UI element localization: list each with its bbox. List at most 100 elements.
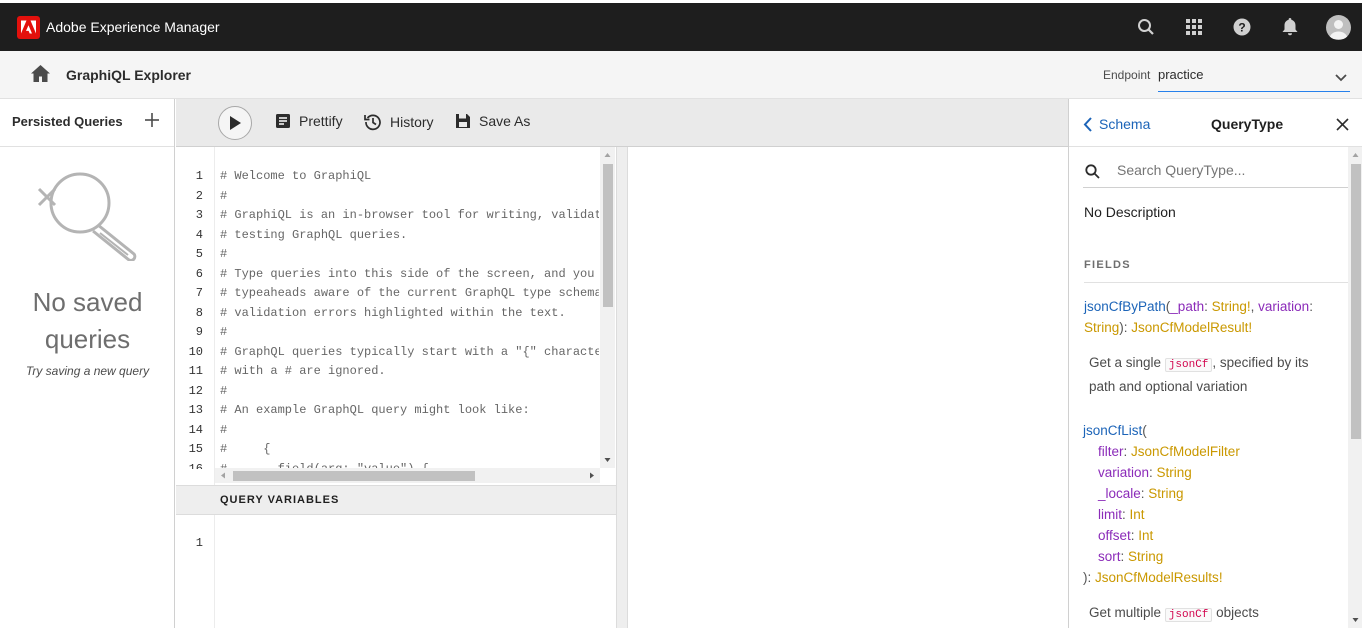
schema-back-label: Schema xyxy=(1099,116,1151,132)
editor-result-divider[interactable] xyxy=(616,147,628,628)
code-line[interactable]: 7 # typeaheads aware of the current Graph… xyxy=(176,284,600,304)
arg-name: variation xyxy=(1098,465,1150,480)
code-line[interactable]: 5 # xyxy=(176,245,600,265)
endpoint-label: Endpoint xyxy=(1103,68,1151,82)
field-jsonCfList: jsonCfList( xyxy=(1083,423,1147,438)
code-line[interactable]: 8 # validation errors highlighted within … xyxy=(176,304,600,324)
line-number: 8 xyxy=(195,305,203,320)
docs-vertical-scrollbar[interactable] xyxy=(1348,147,1362,628)
type-link[interactable]: String xyxy=(1157,465,1192,480)
code-comment: # GraphiQL is an in-browser tool for wri… xyxy=(220,208,599,222)
persisted-queries-title: Persisted Queries xyxy=(12,114,123,129)
editor-vertical-scroll-thumb[interactable] xyxy=(603,164,613,307)
type-link[interactable]: JsonCfModelFilter xyxy=(1131,444,1240,459)
code-line[interactable]: 12 # xyxy=(176,382,600,402)
docs-vertical-scroll-thumb[interactable] xyxy=(1351,164,1361,439)
code-line[interactable]: 9 # xyxy=(176,323,600,343)
code-line[interactable]: 14 # xyxy=(176,421,600,441)
code-line[interactable]: 11 # with a # are ignored. xyxy=(176,362,600,382)
empty-state-subtitle: Try saving a new query xyxy=(25,364,150,378)
line-number: 4 xyxy=(195,227,203,242)
line-number: 7 xyxy=(195,286,203,300)
line-number: 3 xyxy=(195,208,203,222)
type-link[interactable]: String xyxy=(1084,320,1119,335)
type-link[interactable]: Int xyxy=(1130,507,1145,522)
type-link[interactable]: Int xyxy=(1138,528,1153,543)
return-type-link[interactable]: JsonCfModelResults xyxy=(1095,570,1219,585)
type-link[interactable]: String xyxy=(1128,549,1163,564)
variables-line-gutter: 1 xyxy=(176,515,215,628)
fields-heading: FIELDS xyxy=(1084,259,1131,271)
type-link[interactable]: String! xyxy=(1212,299,1251,314)
code-line[interactable]: 2 # xyxy=(176,187,600,207)
chevron-left-icon xyxy=(1083,116,1092,132)
line-number: 1 xyxy=(195,536,203,550)
editor-vertical-scrollbar[interactable] xyxy=(600,147,615,468)
code-line[interactable]: 10 # GraphQL queries typically start with… xyxy=(176,343,600,363)
code-line[interactable]: 13 # An example GraphQL query might look … xyxy=(176,401,600,421)
app-title[interactable]: Adobe Experience Manager xyxy=(46,19,220,35)
query-editor[interactable]: 1 # Welcome to GraphiQL 2 #3 # GraphiQL is a… xyxy=(176,147,616,485)
prettify-label: Prettify xyxy=(299,113,343,129)
field-argument: offset: Int xyxy=(1098,528,1154,543)
query-variables-header[interactable]: QUERY VARIABLES xyxy=(176,485,616,515)
avatar[interactable] xyxy=(1314,3,1362,51)
adobe-logo-icon[interactable] xyxy=(17,15,40,39)
type-link[interactable]: String xyxy=(1148,486,1183,501)
code-line[interactable]: 6 # Type queries into this side of the sc… xyxy=(176,265,600,285)
schema-back-link[interactable]: Schema xyxy=(1083,116,1150,132)
code-comment: # xyxy=(220,247,228,261)
line-number: 16 xyxy=(188,461,203,469)
editor-horizontal-scrollbar[interactable] xyxy=(215,468,600,483)
graphiql-toolbar: Prettify History Save As xyxy=(176,99,1068,147)
code-line[interactable]: 1 # Welcome to GraphiQL xyxy=(176,167,600,187)
home-icon[interactable] xyxy=(31,65,50,87)
endpoint-value: practice xyxy=(1158,67,1204,82)
query-variables-editor[interactable]: 1 xyxy=(176,515,616,628)
add-query-icon[interactable] xyxy=(144,112,160,128)
code-comment: # Type queries into this side of the scr… xyxy=(220,266,595,281)
persisted-queries-header: Persisted Queries xyxy=(0,99,174,147)
field-argument: limit: Int xyxy=(1098,507,1145,522)
bell-icon[interactable] xyxy=(1266,3,1314,51)
apps-grid-icon[interactable] xyxy=(1170,3,1218,51)
field-argument: _locale: String xyxy=(1098,486,1184,501)
line-number: 13 xyxy=(188,403,203,417)
field-argument: filter: JsonCfModelFilter xyxy=(1098,444,1240,459)
search-icon[interactable] xyxy=(1122,3,1170,51)
code-comment: # xyxy=(220,383,228,398)
field-argument: sort: String xyxy=(1098,549,1164,564)
save-as-label: Save As xyxy=(479,113,531,129)
code-comment: # xyxy=(220,188,228,203)
query-variables-title: QUERY VARIABLES xyxy=(220,494,340,506)
history-button[interactable]: History xyxy=(364,113,434,131)
code-line[interactable]: 3 # GraphiQL is an in-browser tool for wr… xyxy=(176,206,600,226)
field-name-link[interactable]: jsonCfList xyxy=(1083,423,1142,438)
code-line[interactable]: 4 # testing GraphQL queries. xyxy=(176,226,600,246)
field-name-link[interactable]: jsonCfByPath xyxy=(1084,299,1166,314)
return-type-link[interactable]: JsonCfModelResult xyxy=(1131,320,1248,335)
close-icon[interactable] xyxy=(1336,118,1349,136)
sub-header: GraphiQL Explorer Endpoint practice xyxy=(0,51,1362,99)
arg-name: sort xyxy=(1098,549,1121,564)
docs-search-input[interactable] xyxy=(1117,162,1345,178)
inline-code: jsonCf xyxy=(1164,358,1213,372)
endpoint-select[interactable]: practice xyxy=(1158,61,1350,92)
save-as-button[interactable]: Save As xyxy=(455,113,530,129)
execute-query-button[interactable] xyxy=(218,106,252,140)
line-number: 6 xyxy=(195,266,203,281)
line-number: 11 xyxy=(188,364,203,378)
code-line[interactable]: 15 # { xyxy=(176,440,600,460)
line-number: 9 xyxy=(195,325,203,339)
line-number: 15 xyxy=(188,442,203,456)
prettify-button[interactable]: Prettify xyxy=(275,113,343,129)
save-icon xyxy=(456,114,470,128)
line-number: 12 xyxy=(188,383,203,398)
docs-search xyxy=(1083,156,1349,188)
help-icon[interactable]: ? xyxy=(1218,3,1266,51)
svg-text:?: ? xyxy=(1238,21,1245,35)
arg-name: filter xyxy=(1098,444,1124,459)
editor-horizontal-scroll-thumb[interactable] xyxy=(233,471,475,481)
code-comment: # testing GraphQL queries. xyxy=(220,227,408,242)
arg-name: limit xyxy=(1098,507,1122,522)
